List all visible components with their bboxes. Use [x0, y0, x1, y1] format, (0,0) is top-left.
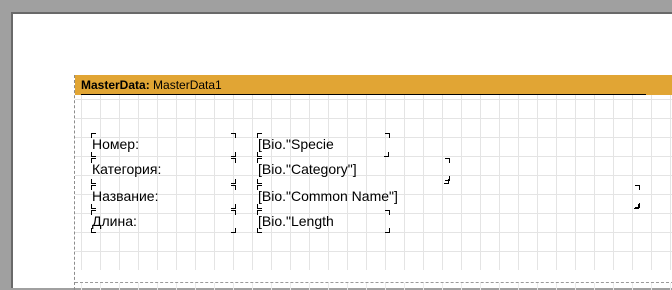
- corner-mark: [91, 228, 96, 233]
- label-name-text: Название:: [92, 188, 159, 204]
- field-length[interactable]: [Bio."Length: [257, 204, 639, 233]
- corner-mark: [257, 158, 262, 163]
- corner-mark: [257, 185, 262, 190]
- corner-mark: [91, 210, 96, 215]
- corner-mark: [91, 204, 96, 209]
- corner-mark: [635, 185, 640, 190]
- field-specie[interactable]: [Bio."Specie: [257, 133, 390, 154]
- corner-mark: [91, 152, 96, 157]
- corner-mark: [385, 210, 390, 215]
- corner-mark: [91, 158, 96, 163]
- corner-mark: [231, 133, 236, 138]
- corner-mark: [445, 158, 450, 163]
- label-number-text: Номер:: [92, 136, 139, 152]
- band-name: MasterData1: [149, 78, 222, 92]
- corner-mark: [231, 158, 236, 163]
- corner-mark: [385, 228, 390, 233]
- field-specie-text: [Bio."Specie: [258, 136, 334, 152]
- field-common-name-text: [Bio."Common Name"]: [258, 188, 398, 204]
- report-page: MasterData: MasterData1 Номер: [Bio."Spe…: [11, 12, 672, 290]
- corner-mark: [231, 228, 236, 233]
- field-category[interactable]: [Bio."Category"]: [257, 152, 450, 181]
- label-category[interactable]: Категория:: [91, 152, 236, 179]
- corner-mark: [231, 179, 236, 184]
- band-header[interactable]: MasterData: MasterData1: [75, 75, 672, 95]
- corner-mark: [231, 185, 236, 190]
- corner-mark: [231, 210, 236, 215]
- corner-mark: [385, 133, 390, 138]
- label-name[interactable]: Название:: [91, 179, 236, 206]
- corner-mark: [231, 204, 236, 209]
- corner-mark: [231, 152, 236, 157]
- field-common-name[interactable]: [Bio."Common Name"]: [257, 179, 640, 208]
- field-length-text: [Bio."Length: [258, 213, 334, 229]
- label-number[interactable]: Номер:: [91, 133, 236, 154]
- design-grid: [75, 95, 672, 270]
- corner-mark: [91, 179, 96, 184]
- corner-mark: [257, 228, 262, 233]
- corner-mark: [257, 204, 262, 209]
- next-band-grid: [75, 283, 672, 290]
- field-category-text: [Bio."Category"]: [258, 161, 357, 177]
- band-type-label: MasterData:: [81, 78, 150, 92]
- corner-mark: [91, 133, 96, 138]
- label-length-text: Длина:: [92, 213, 137, 229]
- corner-mark: [257, 179, 262, 184]
- label-category-text: Категория:: [92, 161, 162, 177]
- corner-mark: [257, 210, 262, 215]
- corner-mark: [384, 152, 389, 157]
- corner-mark: [91, 185, 96, 190]
- corner-mark: [257, 133, 262, 138]
- corner-mark: [634, 204, 639, 209]
- corner-mark: [257, 152, 262, 157]
- label-length[interactable]: Длина:: [91, 204, 236, 233]
- masterdata-band[interactable]: MasterData: MasterData1 Номер: [Bio."Spe…: [74, 75, 672, 290]
- corner-mark: [444, 179, 449, 184]
